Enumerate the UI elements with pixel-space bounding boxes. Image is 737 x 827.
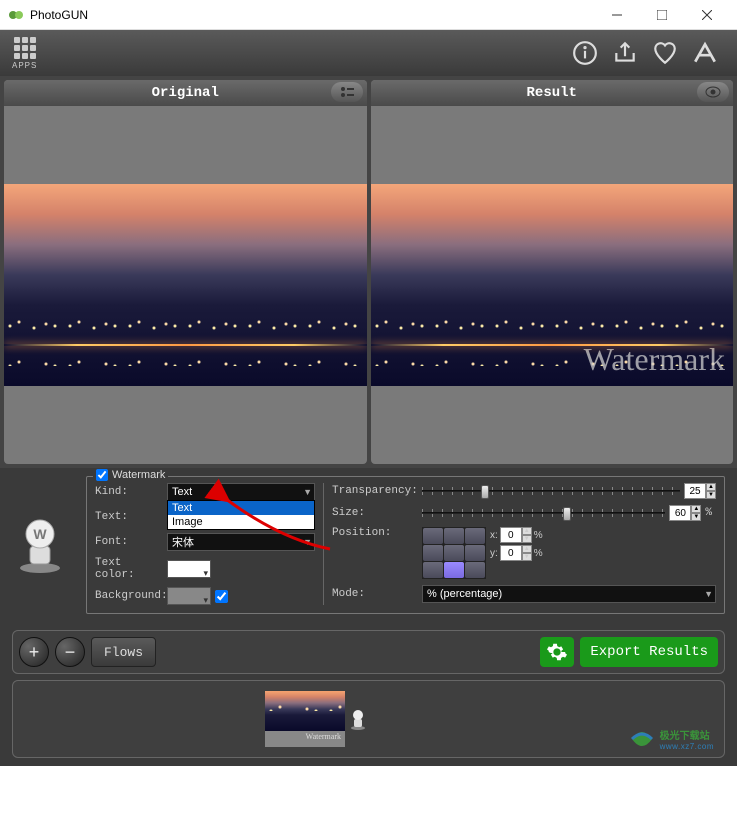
thumbnail-item[interactable]: Watermark xyxy=(265,691,345,747)
size-unit: % xyxy=(705,507,712,519)
transparency-label: Transparency: xyxy=(332,485,418,497)
apps-grid-icon xyxy=(14,37,36,59)
watermark-fieldset: Watermark Kind: Text Text Image xyxy=(86,476,725,614)
watermark-enable-checkbox[interactable] xyxy=(96,469,108,481)
thumb-watermark: Watermark xyxy=(306,732,341,741)
minimize-button[interactable] xyxy=(594,1,639,29)
window-title: PhotoGUN xyxy=(30,8,594,22)
kind-dropdown[interactable]: Text Image xyxy=(167,500,315,530)
pos-y-spin[interactable]: ▲▼ xyxy=(500,545,532,561)
watermark-overlay: Watermark xyxy=(584,341,725,378)
preview-area: Original Result Watermark xyxy=(0,76,737,468)
maximize-button[interactable] xyxy=(639,1,684,29)
app-logo-icon xyxy=(8,7,24,23)
kind-option-image[interactable]: Image xyxy=(168,515,314,529)
kind-combo[interactable]: Text xyxy=(167,483,315,501)
transparency-slider[interactable] xyxy=(422,483,680,499)
text-color-label: Text color: xyxy=(95,557,163,581)
result-view-toggle[interactable] xyxy=(697,82,729,102)
thumb-stamp-icon xyxy=(349,708,367,730)
result-title: Result xyxy=(379,85,726,101)
brand-watermark: 极光下载站 www.xz7.com xyxy=(628,725,714,753)
font-label: Font: xyxy=(95,536,163,548)
apps-label: APPS xyxy=(12,61,37,70)
original-image xyxy=(4,106,367,464)
kind-label: Kind: xyxy=(95,486,163,498)
brand-a-icon[interactable] xyxy=(685,33,725,73)
info-icon[interactable] xyxy=(565,33,605,73)
size-spin[interactable]: ▲▼ xyxy=(669,505,701,521)
pos-y-label: y: xyxy=(490,548,498,559)
watermark-settings: W Watermark Kind: Text Text Image xyxy=(0,468,737,622)
original-title: Original xyxy=(12,85,359,101)
size-label: Size: xyxy=(332,507,418,519)
result-pane: Result Watermark xyxy=(371,80,734,464)
pos-y-unit: % xyxy=(534,548,543,559)
thumbnail-strip: Watermark 极光下载站 www.xz7.com xyxy=(12,680,725,758)
flow-bar: + − Flows Export Results xyxy=(12,630,725,674)
pos-x-label: x: xyxy=(490,530,498,541)
watermark-legend: Watermark xyxy=(93,469,168,481)
size-slider[interactable] xyxy=(422,505,665,521)
add-button[interactable]: + xyxy=(19,637,49,667)
mode-combo[interactable]: % (percentage) xyxy=(422,585,716,603)
close-button[interactable] xyxy=(684,1,729,29)
pos-x-spin[interactable]: ▲▼ xyxy=(500,527,532,543)
bottom-panel: + − Flows Export Results Watermark 极光下载站… xyxy=(0,622,737,766)
stamp-icon: W xyxy=(12,516,68,574)
remove-button[interactable]: − xyxy=(55,637,85,667)
original-view-toggle[interactable] xyxy=(331,82,363,102)
text-label: Text: xyxy=(95,511,163,523)
share-icon[interactable] xyxy=(605,33,645,73)
export-settings-button[interactable] xyxy=(540,637,574,667)
font-combo[interactable]: 宋体 xyxy=(167,533,315,551)
svg-text:W: W xyxy=(33,526,47,542)
window-titlebar: PhotoGUN xyxy=(0,0,737,30)
apps-button[interactable]: APPS xyxy=(12,37,37,70)
background-enable-checkbox[interactable] xyxy=(215,590,228,603)
result-image: Watermark xyxy=(371,106,734,464)
top-toolbar: APPS xyxy=(0,30,737,76)
original-pane: Original xyxy=(4,80,367,464)
brand-en: www.xz7.com xyxy=(660,742,714,751)
pos-x-unit: % xyxy=(534,530,543,541)
position-label: Position: xyxy=(332,527,418,539)
background-label: Background: xyxy=(95,590,163,602)
brand-cn: 极光下载站 xyxy=(660,727,714,742)
text-color-well[interactable] xyxy=(167,560,211,578)
mode-label: Mode: xyxy=(332,588,418,600)
heart-icon[interactable] xyxy=(645,33,685,73)
position-grid[interactable] xyxy=(422,527,486,579)
flows-button[interactable]: Flows xyxy=(91,637,156,667)
transparency-spin[interactable]: ▲▼ xyxy=(684,483,716,499)
export-results-button[interactable]: Export Results xyxy=(580,637,718,667)
kind-option-text[interactable]: Text xyxy=(168,501,314,515)
background-color-well[interactable] xyxy=(167,587,211,605)
